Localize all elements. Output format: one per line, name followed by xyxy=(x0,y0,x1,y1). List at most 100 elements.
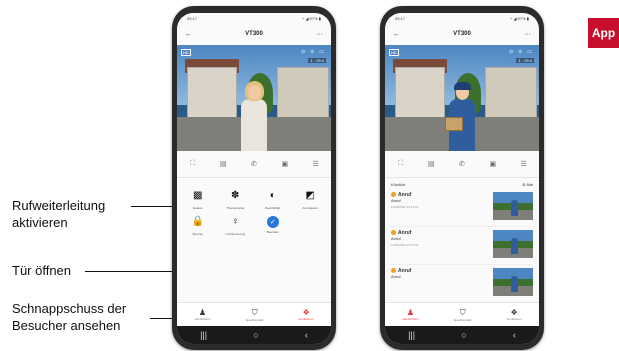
recents-icon[interactable]: ||| xyxy=(200,330,207,340)
call-icon[interactable]: ✆ xyxy=(457,159,467,169)
callout-call-forwarding-line2: aktivieren xyxy=(12,215,68,230)
bell-icon: ♟ xyxy=(198,308,207,317)
function-busy[interactable]: ◐ Beschäftigt xyxy=(254,190,292,210)
snapshot-thumbnail[interactable] xyxy=(493,230,533,258)
function-light-control[interactable]: ♀ Lichtsteuerung xyxy=(217,216,255,236)
phone-screen: 09:17 ⌁ ◢ 97% ▮ ← VT300 ··· HD ⊙ ⦸ ▭ 1 ·… xyxy=(385,13,539,344)
history-list: Anruf Anruf 11/03/2023 15:15:03 Anruf Anruf… xyxy=(385,189,539,303)
nav-functions[interactable]: ❖ Funktionen xyxy=(299,308,314,321)
list-icon[interactable]: ☰ xyxy=(311,159,321,169)
callout-call-forwarding-line1: Rufweiterleitung xyxy=(12,198,106,213)
status-time: 09:17 xyxy=(187,15,198,21)
nav-label: Speicherplatz xyxy=(245,317,264,322)
bottom-navigation: ♟ Nachrichten ⛉ Speicherplatz ❖ Funktionen xyxy=(385,302,539,326)
recents-icon[interactable]: ||| xyxy=(408,330,415,340)
video-house xyxy=(395,67,445,119)
bottom-navigation: ♟ Nachrichten ⛉ Speicherplatz ❖ Funktionen xyxy=(177,302,331,326)
function-label: Lichtsteuerung xyxy=(225,232,246,236)
nav-storage[interactable]: ⛉ Speicherplatz xyxy=(245,308,263,322)
app-bar: ← VT300 ··· xyxy=(385,23,539,45)
list-icon[interactable]: ☰ xyxy=(519,159,529,169)
history-item-date: 11/03/2023 15:13:04 xyxy=(391,243,419,247)
status-indicators: ⌁ ◢ 97% ▮ xyxy=(301,15,321,21)
more-menu-icon[interactable]: ··· xyxy=(524,31,531,38)
back-arrow-icon[interactable]: ← xyxy=(393,31,400,38)
function-end[interactable]: ✓ Beenden xyxy=(254,216,292,236)
function-unlock[interactable]: 🔒 Sperren xyxy=(179,216,217,236)
back-icon[interactable]: ‹ xyxy=(305,330,308,340)
home-icon[interactable]: ○ xyxy=(461,330,466,340)
snapshot-icon[interactable]: ▤ xyxy=(426,159,436,169)
light-icon: ♀ xyxy=(231,216,240,227)
snapshot-thumbnail[interactable] xyxy=(493,268,533,296)
hd-badge[interactable]: HD xyxy=(389,49,399,56)
video-overlay-icons[interactable]: ⊙ ⦸ ▭ xyxy=(301,49,326,55)
home-icon[interactable]: ○ xyxy=(253,330,258,340)
video-house-right xyxy=(277,67,329,119)
nav-functions[interactable]: ❖ Funktionen xyxy=(507,308,522,321)
live-video-feed[interactable]: HD ⊙ ⦸ ▭ 1 · 23:4 xyxy=(385,45,539,151)
history-all-link[interactable]: ⊜ Alle xyxy=(522,182,533,187)
record-icon[interactable]: ▣ xyxy=(280,159,290,169)
fullscreen-icon[interactable]: ⛶ xyxy=(187,159,197,169)
history-item[interactable]: Anruf Anruf 11/03/2023 15:15:03 xyxy=(391,189,533,227)
visitor-woman xyxy=(239,81,269,151)
nav-messages[interactable]: ♟ Nachrichten xyxy=(402,308,418,321)
back-icon[interactable]: ‹ xyxy=(513,330,516,340)
app-section-tab: App xyxy=(588,18,619,48)
video-controls: ⛶ ▤ ✆ ▣ ☰ xyxy=(385,151,539,178)
system-navigation: ||| ○ ‹ xyxy=(177,326,331,344)
status-time: 09:17 xyxy=(395,15,406,21)
function-label: Sperren xyxy=(192,232,204,236)
cart-icon: ⛉ xyxy=(459,307,466,317)
forward-call-icon: ◩ xyxy=(305,190,315,201)
video-timestamp: 1 · 23:4 xyxy=(308,58,326,63)
function-grid: ▩ Galerie ✽ Themenfarbe ◐ Beschäftigt ◩ Anru… xyxy=(177,178,331,236)
status-indicators: ⌁ ◢ 97% ▮ xyxy=(509,15,529,21)
image-icon: ▩ xyxy=(193,190,203,201)
hd-badge[interactable]: HD xyxy=(181,49,191,56)
visitor-courier xyxy=(445,81,477,151)
function-label: Themenfarbe xyxy=(226,206,245,210)
phone-screen: 09:17 ⌁ ◢ 97% ▮ ← VT300 ··· HD ⊙ ⦸ ▭ 1 ·… xyxy=(177,13,331,344)
cart-icon: ⛉ xyxy=(251,307,258,317)
history-header: Kürzlich ⊜ Alle xyxy=(385,178,539,189)
manual-page: App Rufweiterleitung aktivieren Tür öffn… xyxy=(0,0,619,351)
function-gallery[interactable]: ▩ Galerie xyxy=(179,190,217,210)
video-overlay-icons[interactable]: ⊙ ⦸ ▭ xyxy=(509,49,534,55)
phone-messages-view: 09:17 ⌁ ◢ 97% ▮ ← VT300 ··· HD ⊙ ⦸ ▭ 1 ·… xyxy=(380,6,544,350)
call-icon[interactable]: ✆ xyxy=(249,159,259,169)
record-icon[interactable]: ▣ xyxy=(488,159,498,169)
back-arrow-icon[interactable]: ← xyxy=(185,31,192,38)
device-title: VT300 xyxy=(453,31,471,37)
callout-open-door: Tür öffnen xyxy=(12,262,71,279)
compass-icon: ✓ xyxy=(266,216,279,228)
history-item[interactable]: Anruf Anruf xyxy=(391,265,533,303)
video-controls: ⛶ ▤ ✆ ▣ ☰ xyxy=(177,151,331,178)
nav-label: Nachrichten xyxy=(402,317,419,321)
callout-call-forwarding: Rufweiterleitung aktivieren xyxy=(12,197,105,231)
bell-icon: ♟ xyxy=(406,308,415,317)
function-call-forwarding[interactable]: ◩ Anrufsperre xyxy=(292,190,330,210)
video-timestamp: 1 · 23:4 xyxy=(516,58,534,63)
fullscreen-icon[interactable]: ⛶ xyxy=(395,159,405,169)
video-house-right xyxy=(485,67,537,119)
live-video-feed[interactable]: HD ⊙ ⦸ ▭ 1 · 23:4 xyxy=(177,45,331,151)
palette-icon: ✽ xyxy=(231,190,240,201)
nav-label: Speicherplatz xyxy=(453,317,472,322)
function-theme-color[interactable]: ✽ Themenfarbe xyxy=(217,190,255,210)
callout-snapshot-line2: Besucher ansehen xyxy=(12,318,121,333)
nav-storage[interactable]: ⛉ Speicherplatz xyxy=(453,308,471,322)
system-navigation: ||| ○ ‹ xyxy=(385,326,539,344)
device-title: VT300 xyxy=(245,31,263,37)
more-menu-icon[interactable]: ··· xyxy=(316,31,323,38)
phone-functions-view: 09:17 ⌁ ◢ 97% ▮ ← VT300 ··· HD ⊙ ⦸ ▭ 1 ·… xyxy=(172,6,336,350)
history-item[interactable]: Anruf Anruf 11/03/2023 15:13:04 xyxy=(391,227,533,265)
snapshot-thumbnail[interactable] xyxy=(493,192,533,220)
snapshot-icon[interactable]: ▤ xyxy=(218,159,228,169)
status-bar: 09:17 ⌁ ◢ 97% ▮ xyxy=(177,13,331,23)
functions-icon: ❖ xyxy=(510,308,518,317)
shield-icon: ◐ xyxy=(269,190,276,201)
function-label: Galerie xyxy=(192,206,203,210)
nav-messages[interactable]: ♟ Nachrichten xyxy=(194,308,210,321)
